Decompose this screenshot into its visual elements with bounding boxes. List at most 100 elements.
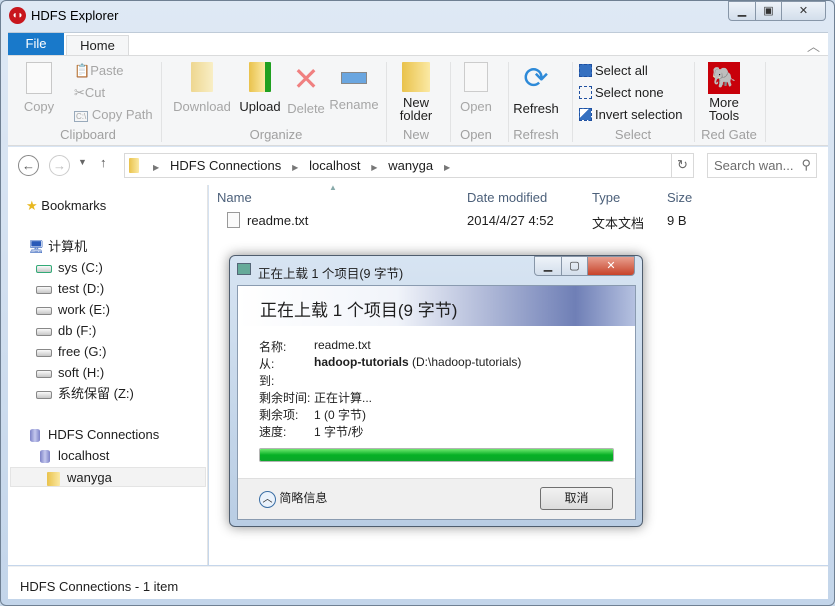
maximize-button[interactable]: ▣ bbox=[755, 1, 782, 21]
column-header-date[interactable]: Date modified bbox=[467, 190, 547, 205]
cancel-button[interactable]: 取消 bbox=[540, 487, 613, 510]
copy-button[interactable]: Copy bbox=[20, 62, 58, 113]
speed-value: 1 字节/秒 bbox=[314, 425, 364, 439]
copy-path-button[interactable]: C:\ Copy Path bbox=[74, 107, 153, 122]
drive-icon bbox=[36, 306, 52, 315]
sidebar-item-wanyga[interactable]: wanyga bbox=[10, 467, 206, 487]
refresh-button[interactable]: ⟳ Refresh bbox=[512, 62, 560, 115]
from-value[interactable]: hadoop-tutorials (D:\hadoop-tutorials) bbox=[314, 355, 521, 369]
file-date: 2014/4/27 4:52 bbox=[467, 213, 554, 228]
invert-selection-icon bbox=[579, 108, 592, 121]
sidebar-item-computer[interactable]: 🖥 计算机 bbox=[28, 237, 87, 257]
close-button[interactable]: ✕ bbox=[781, 1, 826, 21]
drive-label: work (E:) bbox=[58, 302, 110, 317]
sidebar-item-hdfs-connections[interactable]: HDFS Connections bbox=[30, 425, 159, 445]
group-label-organize: Organize bbox=[249, 127, 303, 142]
divider bbox=[508, 62, 509, 142]
bookmarks-label: Bookmarks bbox=[41, 198, 107, 213]
select-none-icon bbox=[579, 86, 592, 99]
download-button[interactable]: Download bbox=[172, 62, 232, 113]
refresh-address-icon[interactable]: ↻ bbox=[671, 154, 693, 177]
select-all-icon bbox=[579, 64, 592, 77]
new-folder-label-2: folder bbox=[399, 108, 433, 123]
up-button[interactable]: ↑ bbox=[100, 155, 107, 170]
dialog-title: 正在上载 1 个项目(9 字节) bbox=[258, 267, 404, 281]
column-header-type[interactable]: Type bbox=[592, 190, 620, 205]
open-button[interactable]: Open bbox=[456, 62, 496, 113]
minimize-button[interactable]: ▁ bbox=[728, 1, 756, 21]
column-header-size[interactable]: Size bbox=[667, 190, 692, 205]
folder-icon bbox=[47, 471, 60, 486]
sidebar-item-drive[interactable]: free (G:) bbox=[36, 342, 106, 362]
tab-file[interactable]: File bbox=[8, 33, 64, 55]
sidebar-item-localhost[interactable]: localhost bbox=[40, 446, 109, 466]
dialog-minimize-button[interactable]: ▁ bbox=[534, 256, 562, 276]
more-tools-button[interactable]: 🐘 More Tools bbox=[702, 62, 746, 122]
select-all-button[interactable]: Select all bbox=[579, 63, 648, 78]
tab-home[interactable]: Home bbox=[66, 35, 129, 56]
divider bbox=[765, 62, 766, 142]
cut-button[interactable]: ✂Cut bbox=[74, 85, 105, 101]
collapse-ribbon-icon[interactable]: ︿ bbox=[807, 36, 820, 55]
new-folder-icon bbox=[402, 62, 430, 92]
drive-label: soft (H:) bbox=[58, 365, 105, 380]
upload-label: Upload bbox=[239, 99, 281, 114]
database-icon bbox=[40, 450, 50, 464]
scissors-icon: ✂ bbox=[74, 85, 85, 100]
sidebar-item-drive[interactable]: sys (C:) bbox=[36, 258, 103, 278]
fewer-details-toggle[interactable]: ︿ 简略信息 bbox=[259, 489, 327, 508]
paste-icon: 📋 bbox=[74, 63, 91, 78]
download-label: Download bbox=[173, 99, 231, 114]
sidebar: ★ Bookmarks 🖥 计算机 sys (C:) test (D:) wor… bbox=[8, 185, 208, 565]
cut-label: Cut bbox=[84, 85, 106, 100]
red-gate-elephant-icon: 🐘 bbox=[708, 62, 740, 94]
drive-label: sys (C:) bbox=[58, 260, 103, 275]
windows-drive-icon bbox=[36, 264, 52, 273]
copy-label: Copy bbox=[23, 99, 55, 114]
address-bar[interactable]: ▶ HDFS Connections ▶ localhost ▶ wanyga … bbox=[124, 153, 694, 178]
hdfs-label: HDFS Connections bbox=[48, 427, 160, 442]
app-logo-icon: ◖◗ bbox=[9, 7, 26, 24]
file-type: 文本文档 bbox=[592, 216, 645, 231]
recent-locations-dropdown[interactable]: ▼ bbox=[78, 157, 87, 167]
back-button[interactable]: ← bbox=[18, 155, 39, 176]
breadcrumb-wanyga[interactable]: wanyga bbox=[388, 158, 433, 173]
chevron-up-icon: ︿ bbox=[259, 491, 276, 508]
search-input[interactable]: Search wan... ⚲ bbox=[707, 153, 817, 178]
invert-selection-button[interactable]: Invert selection bbox=[579, 107, 682, 122]
sidebar-item-bookmarks[interactable]: ★ Bookmarks bbox=[26, 196, 106, 216]
delete-button[interactable]: ✕ Delete bbox=[286, 62, 326, 115]
sidebar-item-drive[interactable]: work (E:) bbox=[36, 300, 110, 320]
breadcrumb-hdfs-connections[interactable]: HDFS Connections bbox=[170, 158, 281, 173]
from-folder: hadoop-tutorials bbox=[314, 355, 409, 369]
fewer-details-label: 简略信息 bbox=[279, 491, 328, 505]
paste-button[interactable]: 📋Paste bbox=[74, 63, 123, 79]
dialog-close-button[interactable]: ✕ bbox=[587, 256, 635, 276]
ribbon-tabs: File Home ︿ bbox=[8, 32, 828, 56]
name-value: readme.txt bbox=[314, 338, 371, 352]
folder-icon bbox=[129, 158, 139, 173]
open-icon bbox=[464, 62, 488, 92]
dialog-maximize-button[interactable]: ▢ bbox=[561, 256, 588, 276]
sidebar-item-drive[interactable]: db (F:) bbox=[36, 321, 96, 341]
table-row[interactable]: readme.txt 2014/4/27 4:52 文本文档 9 B bbox=[209, 211, 828, 231]
sidebar-item-drive[interactable]: 系统保留 (Z:) bbox=[36, 384, 134, 404]
forward-button[interactable]: → bbox=[49, 155, 70, 176]
group-label-open: Open bbox=[460, 127, 492, 142]
sidebar-item-drive[interactable]: soft (H:) bbox=[36, 363, 104, 383]
refresh-icon: ⟳ bbox=[523, 62, 549, 95]
sidebar-item-drive[interactable]: test (D:) bbox=[36, 279, 104, 299]
paste-label: Paste bbox=[90, 63, 124, 78]
time-remaining-value: 正在计算... bbox=[314, 391, 373, 405]
copy-icon bbox=[26, 62, 52, 94]
rename-button[interactable]: Rename bbox=[329, 62, 379, 111]
new-folder-button[interactable]: New folder bbox=[396, 62, 436, 122]
dialog-footer: ︿ 简略信息 取消 bbox=[238, 478, 635, 519]
text-file-icon bbox=[227, 212, 240, 228]
select-none-button[interactable]: Select none bbox=[579, 85, 664, 100]
window-title: HDFS Explorer bbox=[31, 8, 119, 23]
column-header-name[interactable]: Name bbox=[217, 190, 252, 205]
upload-button[interactable]: Upload bbox=[237, 62, 283, 113]
breadcrumb-localhost[interactable]: localhost bbox=[309, 158, 360, 173]
computer-icon: 🖥 bbox=[28, 239, 45, 254]
